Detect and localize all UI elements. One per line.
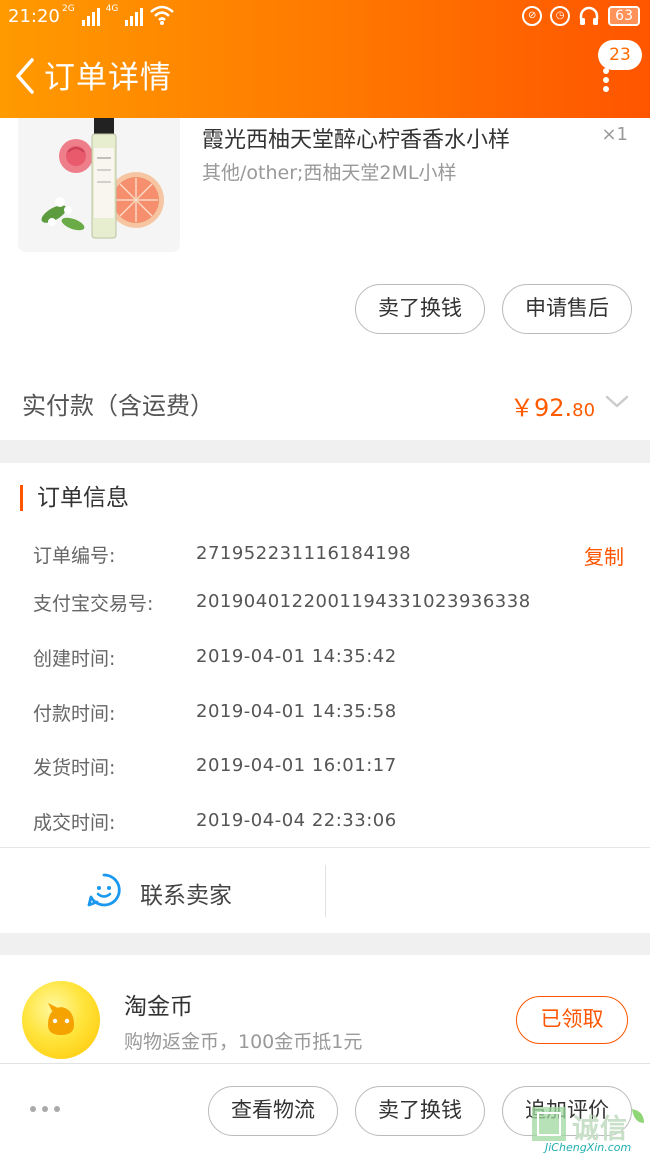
copy-button[interactable]: 复制 <box>584 541 624 570</box>
completed-time-value: 2019-04-04 22:33:06 <box>196 810 397 831</box>
chat-face-icon <box>87 873 121 907</box>
alarm-icon: ◷ <box>550 6 571 26</box>
currency-symbol: ￥ <box>510 394 534 422</box>
back-button[interactable] <box>10 56 40 96</box>
claimed-button[interactable]: 已领取 <box>516 996 628 1044</box>
battery-icon: 63 <box>608 6 640 26</box>
perfume-illustration <box>18 118 180 252</box>
paid-time-label: 付款时间: <box>33 703 116 725</box>
taojinbi-card: 淘金币 购物返金币，100金币抵1元 已领取 <box>0 955 650 1065</box>
network-type-label: 4G <box>105 4 119 14</box>
page-title: 订单详情 <box>44 60 172 96</box>
vertical-divider <box>325 865 326 917</box>
sell-for-cash-button-bottom[interactable]: 卖了换钱 <box>355 1086 485 1136</box>
more-horizontal-icon[interactable] <box>30 1106 60 1112</box>
signal-icon <box>81 8 100 26</box>
amount-integer: 92. <box>534 394 573 422</box>
view-logistics-button[interactable]: 查看物流 <box>208 1086 338 1136</box>
status-bar: 21:20 2G 4G ⊘ ◷ 63 <box>0 0 650 34</box>
sell-for-cash-button[interactable]: 卖了换钱 <box>355 284 485 334</box>
more-menu-icon[interactable] <box>603 68 609 92</box>
status-time: 21:20 <box>8 6 60 27</box>
product-card: 霞光西柚天堂醉心柠香香水小样 其他/other;西柚天堂2ML小样 ×1 卖了换… <box>0 118 650 440</box>
shipped-time-value: 2019-04-01 16:01:17 <box>196 755 397 776</box>
product-quantity: ×1 <box>601 124 628 145</box>
wifi-icon <box>150 5 175 25</box>
coin-title: 淘金币 <box>124 994 193 1020</box>
message-count-badge[interactable]: 23 <box>598 40 642 70</box>
network-indicators: 2G 4G <box>62 4 175 26</box>
paid-time-value: 2019-04-01 14:35:58 <box>196 701 397 722</box>
product-spec: 其他/other;西柚天堂2ML小样 <box>202 162 457 184</box>
status-right: ⊘ ◷ 63 <box>522 5 640 27</box>
product-name[interactable]: 霞光西柚天堂醉心柠香香水小样 <box>202 122 510 154</box>
alipay-trade-label: 支付宝交易号: <box>33 593 154 615</box>
contact-seller-button[interactable]: 联系卖家 <box>0 848 326 933</box>
alipay-trade-value: 2019040122001194331023936338 <box>196 591 531 612</box>
chevron-left-icon <box>16 58 34 94</box>
header: 21:20 2G 4G ⊘ ◷ 63 订单详情 23 <box>0 0 650 118</box>
gold-coin-icon <box>22 981 100 1059</box>
lock-icon: ⊘ <box>522 6 543 26</box>
after-sale-button[interactable]: 申请售后 <box>502 284 632 334</box>
section-title: 订单信息 <box>20 485 129 511</box>
chevron-down-icon[interactable] <box>604 392 630 410</box>
product-image[interactable] <box>18 118 180 252</box>
amount-decimal: 80 <box>572 400 596 421</box>
created-time-value: 2019-04-01 14:35:42 <box>196 646 397 667</box>
order-number-label: 订单编号: <box>33 545 116 567</box>
shipped-time-label: 发货时间: <box>33 757 116 779</box>
completed-time-label: 成交时间: <box>33 812 116 834</box>
headphone-icon <box>579 6 599 25</box>
contact-seller-label: 联系卖家 <box>140 883 232 909</box>
payment-label: 实付款（含运费） <box>22 392 214 420</box>
network-type-label: 2G <box>62 4 75 14</box>
payment-amount: ￥92.80 <box>510 388 595 423</box>
created-time-label: 创建时间: <box>33 648 116 670</box>
order-number-value: 271952231116184198 <box>196 543 412 564</box>
signal-icon <box>125 8 144 26</box>
watermark-url: JiChengXin.com <box>545 1141 632 1154</box>
coin-subtitle: 购物返金币，100金币抵1元 <box>124 1031 363 1053</box>
order-info-section: 订单信息 订单编号: 271952231116184198 复制 支付宝交易号:… <box>0 463 650 933</box>
